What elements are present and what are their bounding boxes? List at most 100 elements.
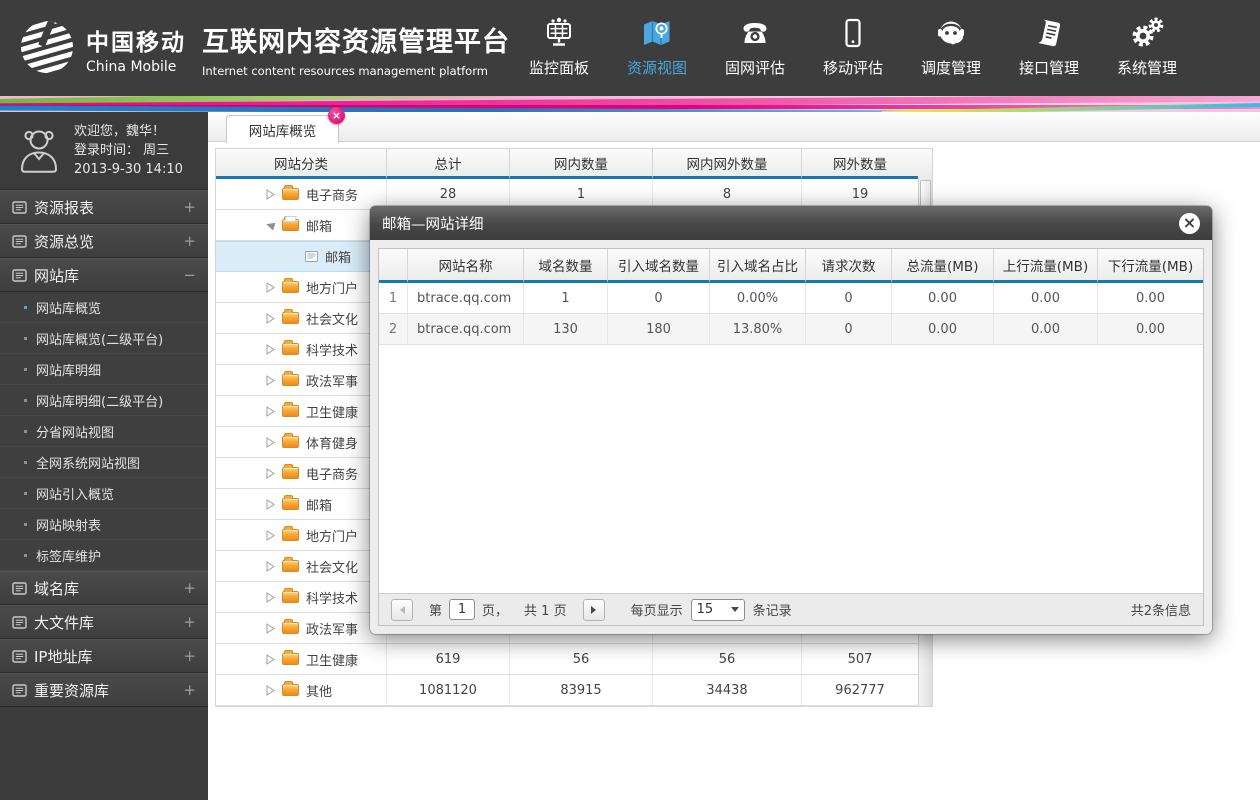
- expand-toggle-icon[interactable]: +: [183, 232, 196, 250]
- sidebar-item-site-lib-overview-l2[interactable]: 网站库概览(二级平台): [0, 323, 208, 354]
- nav-item-resource-view[interactable]: 资源视图: [608, 12, 706, 78]
- total-info-label: 共2条信息: [1130, 604, 1191, 619]
- dialog-title: 邮箱—网站详细: [382, 216, 484, 233]
- column-header[interactable]: 请求次数: [805, 249, 891, 283]
- column-header[interactable]: 总流量(MB): [891, 249, 993, 283]
- column-header[interactable]: 网外数量: [801, 149, 918, 179]
- table-row[interactable]: 1 btrace.qq.com 1 0 0.00% 0 0.00 0.00 0.00: [379, 283, 1203, 314]
- column-header[interactable]: 网内数量: [509, 149, 652, 179]
- tree-cell: 其他: [216, 675, 386, 705]
- sidebar-item-tag-lib-maintenance[interactable]: 标签库维护: [0, 540, 208, 571]
- nav-item-monitor-panel[interactable]: 监控面板: [510, 12, 608, 78]
- chevron-down-icon: [730, 607, 739, 612]
- sidebar-group-domain-library[interactable]: 域名库 +: [0, 571, 208, 605]
- total-pages-label: 共 1 页: [524, 604, 567, 619]
- next-page-button[interactable]: [582, 598, 605, 621]
- value-cell: 619: [386, 644, 509, 674]
- tree-collapsed-icon[interactable]: [264, 653, 277, 665]
- per-page-label: 每页显示: [630, 604, 683, 619]
- column-header[interactable]: 上行流量(MB): [993, 249, 1097, 283]
- expand-toggle-icon[interactable]: +: [183, 579, 196, 597]
- column-header[interactable]: 网内网外数量: [652, 149, 801, 179]
- value-cell: 1: [509, 179, 652, 209]
- table-row[interactable]: 2 btrace.qq.com 130 180 13.80% 0 0.00 0.00 0.00: [379, 314, 1203, 345]
- value-cell: 180: [607, 314, 709, 344]
- sidebar-item-whole-net-site-view[interactable]: 全网系统网站视图: [0, 447, 208, 478]
- column-header[interactable]: 总计: [386, 149, 509, 179]
- tree-collapsed-icon[interactable]: [264, 374, 277, 386]
- column-header[interactable]: 下行流量(MB): [1097, 249, 1203, 283]
- sidebar-group-label: 大文件库: [34, 613, 95, 632]
- expand-toggle-icon[interactable]: +: [183, 613, 196, 631]
- tree-row[interactable]: 卫生健康 619 56 56 507: [216, 644, 918, 675]
- tree-collapsed-icon[interactable]: [264, 684, 277, 696]
- column-header[interactable]: 网站名称: [407, 249, 523, 283]
- nav-item-system-mgmt[interactable]: 系统管理: [1098, 12, 1196, 78]
- nav-item-mobile-eval[interactable]: 移动评估: [804, 12, 902, 78]
- sidebar-group-key-resource-library[interactable]: 重要资源库 +: [0, 673, 208, 707]
- column-header[interactable]: 网站分类: [216, 149, 386, 179]
- tree-expanded-icon[interactable]: [264, 220, 277, 231]
- tree-row[interactable]: 其他 1081120 83915 34438 962777: [216, 675, 918, 706]
- value-cell: 962777: [801, 675, 918, 705]
- grid-header-row: 网站名称 域名数量 引入域名数量 引入域名占比 请求次数 总流量(MB) 上行流量(MB) 下…: [379, 249, 1203, 283]
- phone-icon: [738, 12, 772, 54]
- tree-cell: 邮箱: [216, 242, 386, 271]
- value-cell: 0: [805, 283, 891, 313]
- dialog-close-button[interactable]: ×: [1179, 212, 1200, 234]
- prev-page-button[interactable]: [391, 598, 413, 621]
- tree-collapsed-icon[interactable]: [264, 529, 277, 541]
- sidebar-group-ip-library[interactable]: IP地址库 +: [0, 639, 208, 673]
- tree-collapsed-icon[interactable]: [264, 281, 277, 293]
- platform-title-block: 互联网内容资源管理平台 Internet content resources m…: [202, 20, 510, 78]
- tree-collapsed-icon[interactable]: [264, 498, 277, 510]
- sidebar-item-label: 网站库概览(二级平台): [36, 332, 164, 348]
- tree-collapsed-icon[interactable]: [264, 312, 277, 324]
- column-header[interactable]: 引入域名占比: [709, 249, 805, 283]
- per-page-select[interactable]: 15: [690, 598, 745, 621]
- value-cell: 0.00: [1097, 283, 1203, 313]
- tree-cell: 社会文化: [216, 551, 386, 581]
- nav-item-fixed-net-eval[interactable]: 固网评估: [706, 12, 804, 78]
- folder-open-icon: [282, 216, 299, 231]
- doc-list-icon: [12, 615, 34, 629]
- tree-node-label: 卫生健康: [306, 653, 359, 669]
- expand-toggle-icon[interactable]: −: [183, 266, 196, 284]
- sidebar-item-province-site-view[interactable]: 分省网站视图: [0, 416, 208, 447]
- nav-item-interface-mgmt[interactable]: 接口管理: [1000, 12, 1098, 78]
- sidebar-item-site-lib-detail[interactable]: 网站库明细: [0, 354, 208, 385]
- tree-collapsed-icon[interactable]: [264, 467, 277, 479]
- nav-item-label: 接口管理: [1018, 59, 1079, 77]
- expand-toggle-icon[interactable]: +: [183, 198, 196, 216]
- expand-toggle-icon[interactable]: +: [183, 647, 196, 665]
- tree-collapsed-icon[interactable]: [264, 622, 277, 634]
- sidebar-item-site-import-overview[interactable]: 网站引入概览: [0, 478, 208, 509]
- tree-collapsed-icon[interactable]: [264, 436, 277, 448]
- nav-item-dispatch-mgmt[interactable]: 调度管理: [902, 12, 1000, 78]
- tree-collapsed-icon[interactable]: [264, 188, 277, 200]
- sidebar-group-big-file-library[interactable]: 大文件库 +: [0, 605, 208, 639]
- column-header[interactable]: 引入域名数量: [607, 249, 709, 283]
- sidebar-item-site-mapping-table[interactable]: 网站映射表: [0, 509, 208, 540]
- tab-close-button[interactable]: ×: [328, 107, 345, 124]
- sidebar-group-site-library[interactable]: 网站库 −: [0, 258, 208, 292]
- sidebar-item-site-lib-overview[interactable]: 网站库概览: [0, 292, 208, 323]
- sidebar-item-site-lib-detail-l2[interactable]: 网站库明细(二级平台): [0, 385, 208, 416]
- tree-collapsed-icon[interactable]: [264, 560, 277, 572]
- tree-collapsed-icon[interactable]: [264, 591, 277, 603]
- page-number-input[interactable]: [449, 599, 476, 620]
- value-cell: 56: [652, 644, 801, 674]
- tab-site-lib-overview[interactable]: 网站库概览 ×: [226, 107, 345, 143]
- tree-node-label: 地方门户: [306, 529, 359, 545]
- column-header[interactable]: 域名数量: [523, 249, 607, 283]
- tree-collapsed-icon[interactable]: [264, 405, 277, 417]
- platform-subtitle: Internet content resources management pl…: [202, 64, 488, 78]
- tree-collapsed-icon[interactable]: [264, 343, 277, 355]
- tree-node-label: 政法军事: [306, 622, 359, 638]
- sidebar-group-resource-report[interactable]: 资源报表 +: [0, 190, 208, 224]
- sidebar-group-resource-overview[interactable]: 资源总览 +: [0, 224, 208, 258]
- tree-node-label: 邮箱: [306, 219, 333, 235]
- column-header[interactable]: [379, 249, 407, 283]
- expand-toggle-icon[interactable]: +: [183, 681, 196, 699]
- site-detail-dialog: 邮箱—网站详细 × 网站名称 域名数量 引入域名数量 引入域名占比 请求次数 总流量(MB…: [370, 206, 1212, 634]
